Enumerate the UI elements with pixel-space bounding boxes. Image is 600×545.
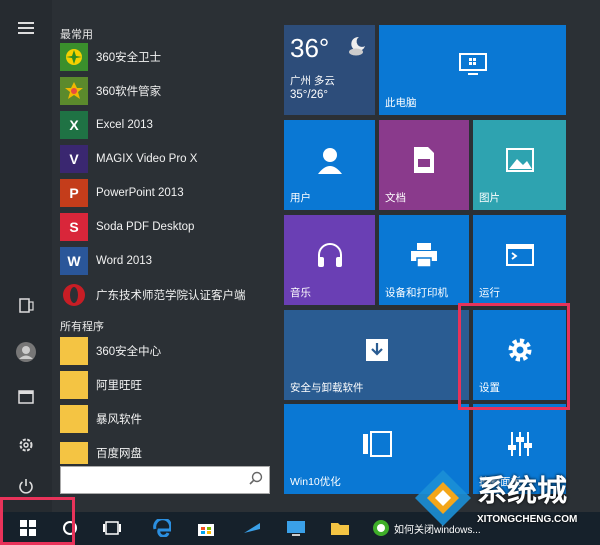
app-item-baidu-pan[interactable]: 百度网盘 [60,438,275,468]
folder-icon [60,337,88,365]
app-item-360-software-manager[interactable]: 360软件管家 [60,76,275,106]
powerpoint-icon: P [60,179,88,207]
tile-devices-printers[interactable]: 设备和打印机 [379,215,469,305]
app-label: 360安全中心 [96,346,162,358]
app-list: 最常用 360安全卫士 360软件管家 X Excel 2013 V MAGIX… [52,0,278,512]
app-label: PowerPoint 2013 [96,187,184,199]
app-item-soda-pdf[interactable]: S Soda PDF Desktop [60,212,275,242]
tablet-mode-icon[interactable] [12,292,40,320]
tile-label: Win10优化 [290,476,341,488]
frequent-section-header: 最常用 [60,29,93,41]
headphones-icon [317,242,342,267]
tile-label: 设备和打印机 [385,287,448,299]
pin-app-icon[interactable] [240,516,264,540]
word-icon: W [60,247,88,275]
tile-this-pc[interactable]: 此电脑 [379,25,566,115]
app-label: 广东技术师范学院认证客户端 [96,290,246,302]
watermark-logo [415,470,471,526]
tile-label: 安全与卸载软件 [290,382,364,394]
search-input[interactable] [60,466,270,494]
app-label: Soda PDF Desktop [96,221,195,233]
watermark-brand: 系统城 [477,475,567,508]
user-avatar-icon[interactable] [12,338,40,366]
magix-icon: V [60,145,88,173]
weather-tile[interactable]: 36° 广州 多云 35°/26° [284,25,375,115]
tile-documents[interactable]: 文档 [379,120,469,210]
document-icon [414,146,434,173]
tile-label: 文档 [385,192,406,204]
tile-label: 运行 [479,287,500,299]
monitor-app-icon[interactable] [284,516,308,540]
folder-icon [60,405,88,433]
tile-label: 此电脑 [385,97,417,109]
app-item-auth-client[interactable]: 广东技术师范学院认证客户端 [60,280,275,310]
store-icon[interactable] [194,516,218,540]
weather-city: 广州 多云 [290,75,335,87]
app-item-magix[interactable]: V MAGIX Video Pro X [60,144,275,174]
app-label: 360安全卫士 [96,52,162,64]
360-safe-icon [60,43,88,71]
weather-range: 35°/26° [290,89,328,101]
app-item-360-safe[interactable]: 360安全卫士 [60,42,275,72]
soda-pdf-icon: S [60,213,88,241]
folder-taskbar-icon[interactable] [328,516,352,540]
opera-icon [60,281,88,309]
power-icon[interactable] [12,472,40,500]
all-programs-section-header: 所有程序 [60,321,104,333]
tile-label: 图片 [479,192,500,204]
tile-run[interactable]: 运行 [473,215,566,305]
moon-cloud-icon [349,36,365,56]
file-explorer-icon[interactable] [12,383,40,411]
app-label: Excel 2013 [96,119,153,131]
app-item-excel[interactable]: X Excel 2013 [60,110,275,140]
start-menu: 最常用 360安全卫士 360软件管家 X Excel 2013 V MAGIX… [0,0,600,512]
edge-icon[interactable] [150,516,174,540]
task-view-icon[interactable] [100,516,124,540]
app-label: Word 2013 [96,255,153,267]
folder-icon [60,442,88,464]
app-item-baofeng[interactable]: 暴风软件 [60,404,275,434]
app-item-aliwangwang[interactable]: 阿里旺旺 [60,370,275,400]
app-item-word[interactable]: W Word 2013 [60,246,275,276]
download-icon [365,338,388,361]
app-label: 阿里旺旺 [96,380,142,392]
tile-security-download[interactable]: 安全与卸载软件 [284,310,469,400]
weather-temp: 36° [290,33,330,63]
optimize-icon [362,430,392,457]
tile-label: 音乐 [290,287,311,299]
360-software-manager-icon [60,77,88,105]
folder-icon [60,371,88,399]
run-icon [505,243,534,266]
picture-icon [505,147,534,172]
monitor-icon [458,52,487,75]
settings-gear-icon[interactable] [12,431,40,459]
sliders-icon [507,431,532,456]
tile-music[interactable]: 音乐 [284,215,375,305]
app-label: 百度网盘 [96,448,142,460]
search-icon [249,471,263,485]
excel-icon: X [60,111,88,139]
tile-label: 用户 [290,192,311,204]
app-item-360-center[interactable]: 360安全中心 [60,336,275,366]
app-item-powerpoint[interactable]: P PowerPoint 2013 [60,178,275,208]
app-label: 暴风软件 [96,414,142,426]
tile-user[interactable]: 用户 [284,120,375,210]
app-label: MAGIX Video Pro X [96,153,198,165]
browser-360-icon [373,520,389,536]
hamburger-menu-icon[interactable] [12,14,40,42]
tile-pictures[interactable]: 图片 [473,120,566,210]
start-rail [0,0,52,512]
printer-icon [411,242,437,268]
watermark-url: XITONGCHENG.COM [477,514,578,525]
start-button-highlight-box [0,497,75,545]
watermark: 系统城 XITONGCHENG.COM [407,462,592,542]
user-icon [317,147,342,174]
app-label: 360软件管家 [96,86,162,98]
settings-highlight-box [458,303,570,410]
